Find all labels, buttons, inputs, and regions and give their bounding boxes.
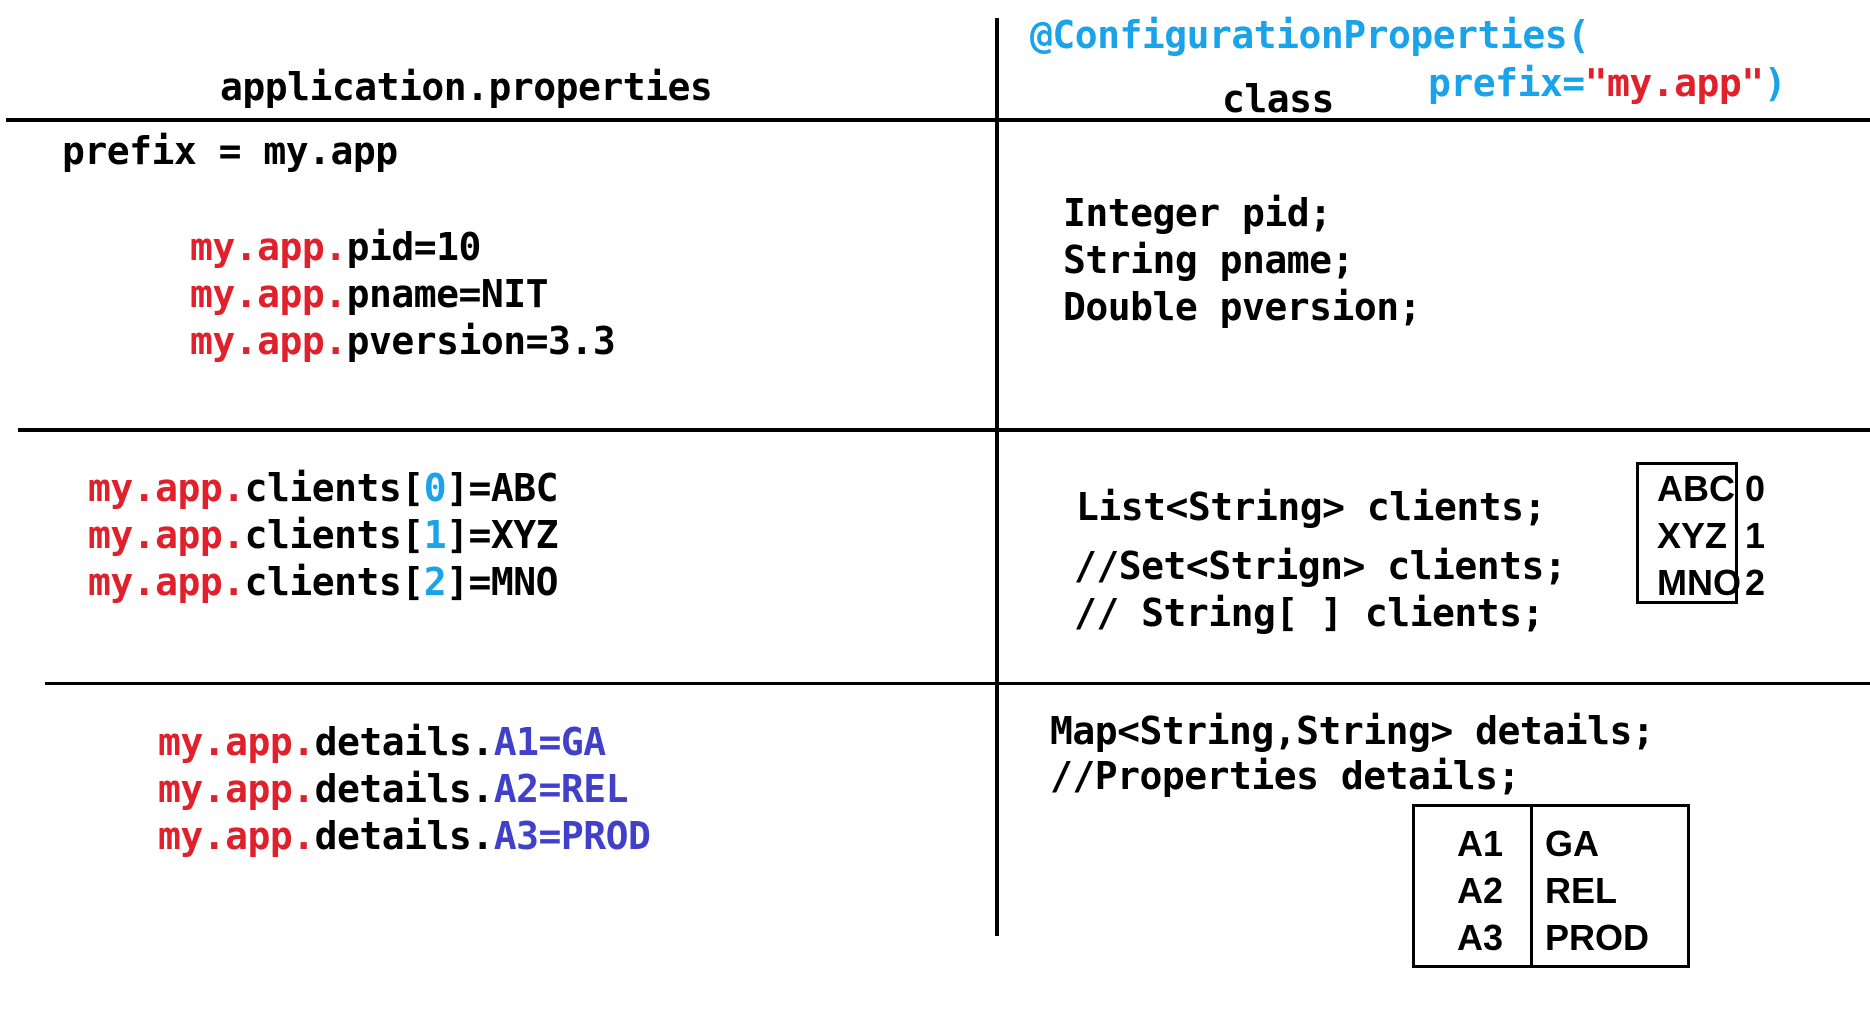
property-key-value: pname=NIT xyxy=(346,272,549,316)
property-line: my.app.details.A3=PROD xyxy=(158,813,651,860)
list-table-index: 2 xyxy=(1745,562,1766,603)
map-table-value: GA xyxy=(1545,823,1599,864)
list-table-value: ABC xyxy=(1657,468,1735,509)
property-prefix: my.app. xyxy=(190,225,347,269)
map-table-divider xyxy=(1530,806,1533,966)
map-table-key: A2 xyxy=(1457,870,1504,911)
map-table-key: A3 xyxy=(1457,917,1504,958)
list-table-value: XYZ xyxy=(1657,515,1728,556)
property-value: ]=MNO xyxy=(446,560,558,604)
property-prefix: my.app. xyxy=(190,319,347,363)
property-prefix: my.app. xyxy=(158,767,315,811)
class-field-line: Map<String,String> details; xyxy=(1050,709,1655,753)
property-line: my.app.pversion=3.3 xyxy=(190,318,616,365)
property-prefix: my.app. xyxy=(158,720,315,764)
list-table-index: 1 xyxy=(1745,515,1766,556)
annotation-line: @ConfigurationProperties( xyxy=(1030,13,1590,57)
property-entry: A1=GA xyxy=(493,720,606,764)
property-entry: A2=REL xyxy=(493,767,629,811)
property-entry: A3=PROD xyxy=(493,814,651,858)
column-divider-line xyxy=(995,18,999,936)
property-key: clients[ xyxy=(244,560,425,604)
property-index: 1 xyxy=(423,513,447,557)
property-key: clients[ xyxy=(244,466,425,510)
property-key: clients[ xyxy=(244,513,425,557)
property-line: my.app.details.A2=REL xyxy=(158,766,628,813)
map-table-value: PROD xyxy=(1545,917,1650,958)
class-field-line: //Properties details; xyxy=(1050,754,1520,798)
right-column-title: class xyxy=(1222,77,1334,121)
class-field-line: // String[ ] clients; xyxy=(1074,591,1544,635)
class-field-line: List<String> clients; xyxy=(1076,485,1546,529)
map-table-key: A1 xyxy=(1457,823,1504,864)
header-divider-line xyxy=(6,118,1870,122)
property-prefix: my.app. xyxy=(190,272,347,316)
property-key: details. xyxy=(314,814,495,858)
property-key-value: pid=10 xyxy=(346,225,482,269)
property-line: my.app.clients[1]=XYZ xyxy=(88,512,558,559)
property-index: 2 xyxy=(423,560,447,604)
property-line: my.app.pid=10 xyxy=(190,224,481,271)
class-field-line: //Set<Strign> clients; xyxy=(1074,544,1567,588)
class-field-line: Integer pid; xyxy=(1063,191,1332,235)
annotation-prefix-line: prefix="my.app") xyxy=(1428,60,1787,107)
class-field-line: Double pversion; xyxy=(1063,285,1422,329)
prefix-line: prefix = my.app xyxy=(62,129,398,173)
property-key: details. xyxy=(314,767,495,811)
property-line: my.app.pname=NIT xyxy=(190,271,549,318)
class-field-line: String pname; xyxy=(1063,238,1354,282)
map-table-value: REL xyxy=(1545,870,1617,911)
property-key: details. xyxy=(314,720,495,764)
annotation-prefix-value: "my.app" xyxy=(1584,61,1765,105)
property-line: my.app.details.A1=GA xyxy=(158,719,606,766)
property-key-value: pversion=3.3 xyxy=(346,319,616,363)
property-value: ]=ABC xyxy=(446,466,558,510)
list-table-value: MNO xyxy=(1657,562,1741,603)
property-value: ]=XYZ xyxy=(446,513,558,557)
property-line: my.app.clients[0]=ABC xyxy=(88,465,558,512)
annotation-close-paren: ) xyxy=(1763,61,1787,105)
property-prefix: my.app. xyxy=(158,814,315,858)
left-column-title: application.properties xyxy=(220,65,713,109)
section1-divider-line xyxy=(18,428,1870,432)
property-index: 0 xyxy=(423,466,447,510)
annotation-prefix-key: prefix= xyxy=(1428,61,1585,105)
list-table-index: 0 xyxy=(1745,468,1766,509)
section2-divider-line xyxy=(45,682,1870,685)
property-prefix: my.app. xyxy=(88,560,245,604)
property-prefix: my.app. xyxy=(88,466,245,510)
property-prefix: my.app. xyxy=(88,513,245,557)
property-line: my.app.clients[2]=MNO xyxy=(88,559,558,606)
